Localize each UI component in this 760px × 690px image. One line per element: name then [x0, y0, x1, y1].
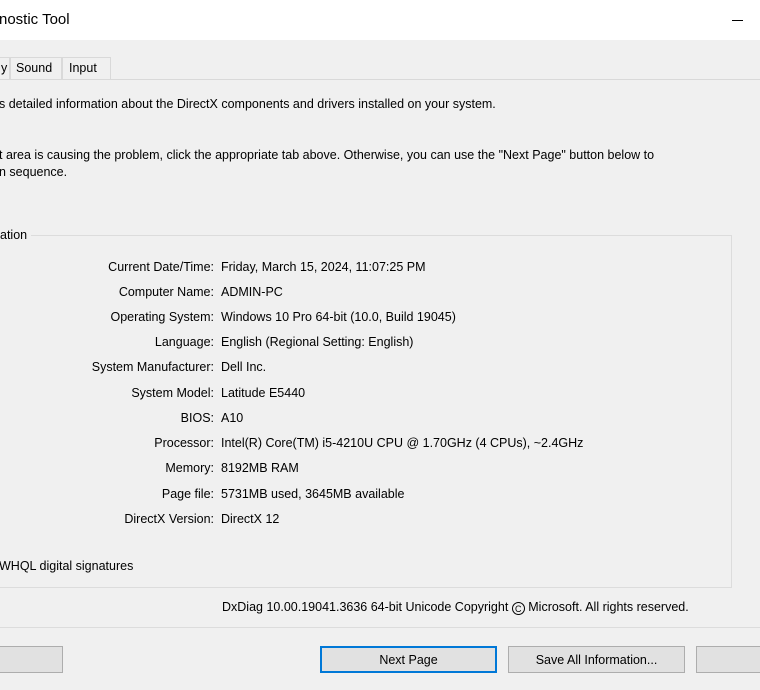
rights-text: Microsoft. All rights reserved. — [524, 600, 689, 614]
version-text: DxDiag 10.00.19041.3636 64-bit Unicode C… — [222, 600, 512, 614]
row-label: Memory: — [165, 461, 214, 475]
save-all-information-button[interactable]: Save All Information... — [508, 646, 685, 673]
row-label: Current Date/Time: — [108, 260, 214, 274]
version-copyright-text: DxDiag 10.00.19041.3636 64-bit Unicode C… — [222, 600, 689, 615]
system-info-group — [0, 235, 732, 588]
row-label: System Manufacturer: — [91, 360, 214, 374]
help-button[interactable] — [0, 646, 63, 673]
intro-line-3: n sequence. — [0, 165, 68, 179]
row-value: 5731MB used, 3645MB available — [221, 487, 405, 501]
row-value: Windows 10 Pro 64-bit (10.0, Build 19045… — [221, 310, 456, 324]
next-page-label: Next Page — [379, 652, 438, 667]
tab-divider — [0, 79, 760, 80]
tab-label: Input — [69, 61, 97, 75]
row-label: System Model: — [131, 386, 214, 400]
row-label: BIOS: — [180, 411, 214, 425]
minimize-button[interactable] — [714, 0, 760, 40]
row-label: Page file: — [161, 487, 214, 501]
tab-strip: y Sound Input — [0, 40, 760, 80]
window-title: nostic Tool — [0, 11, 70, 28]
save-all-label: Save All Information... — [535, 652, 658, 667]
row-label: Language: — [154, 335, 214, 349]
tab-display[interactable]: y — [0, 57, 10, 79]
next-page-button[interactable]: Next Page — [320, 646, 497, 673]
row-value: Intel(R) Core(TM) i5-4210U CPU @ 1.70GHz… — [221, 436, 584, 450]
tab-label: y — [1, 61, 8, 75]
row-label: Operating System: — [110, 310, 214, 324]
tab-label: Sound — [16, 61, 53, 75]
row-label: DirectX Version: — [124, 512, 214, 526]
row-value: ADMIN-PC — [221, 285, 283, 299]
intro-line-1: s detailed information about the DirectX… — [0, 97, 496, 111]
footer-separator — [0, 627, 760, 628]
system-info-group-label: ation — [0, 228, 32, 242]
row-value: Friday, March 15, 2024, 11:07:25 PM — [221, 260, 426, 274]
whql-checkbox-label[interactable]: WHQL digital signatures — [0, 559, 133, 573]
copyright-icon: C — [511, 602, 525, 615]
row-value: Latitude E5440 — [221, 386, 306, 400]
row-value: Dell Inc. — [221, 360, 267, 374]
tab-input[interactable]: Input — [62, 57, 111, 79]
row-value: 8192MB RAM — [221, 461, 299, 475]
exit-button[interactable] — [696, 646, 760, 673]
row-value: A10 — [221, 411, 244, 425]
row-value: DirectX 12 — [221, 512, 280, 526]
row-value: English (Regional Setting: English) — [221, 335, 414, 349]
row-label: Computer Name: — [118, 285, 214, 299]
minimize-icon — [731, 19, 743, 21]
tab-sound[interactable]: Sound — [10, 57, 62, 79]
title-bar: nostic Tool — [0, 0, 760, 40]
intro-line-2: t area is causing the problem, click the… — [0, 148, 655, 162]
row-label: Processor: — [154, 436, 214, 450]
